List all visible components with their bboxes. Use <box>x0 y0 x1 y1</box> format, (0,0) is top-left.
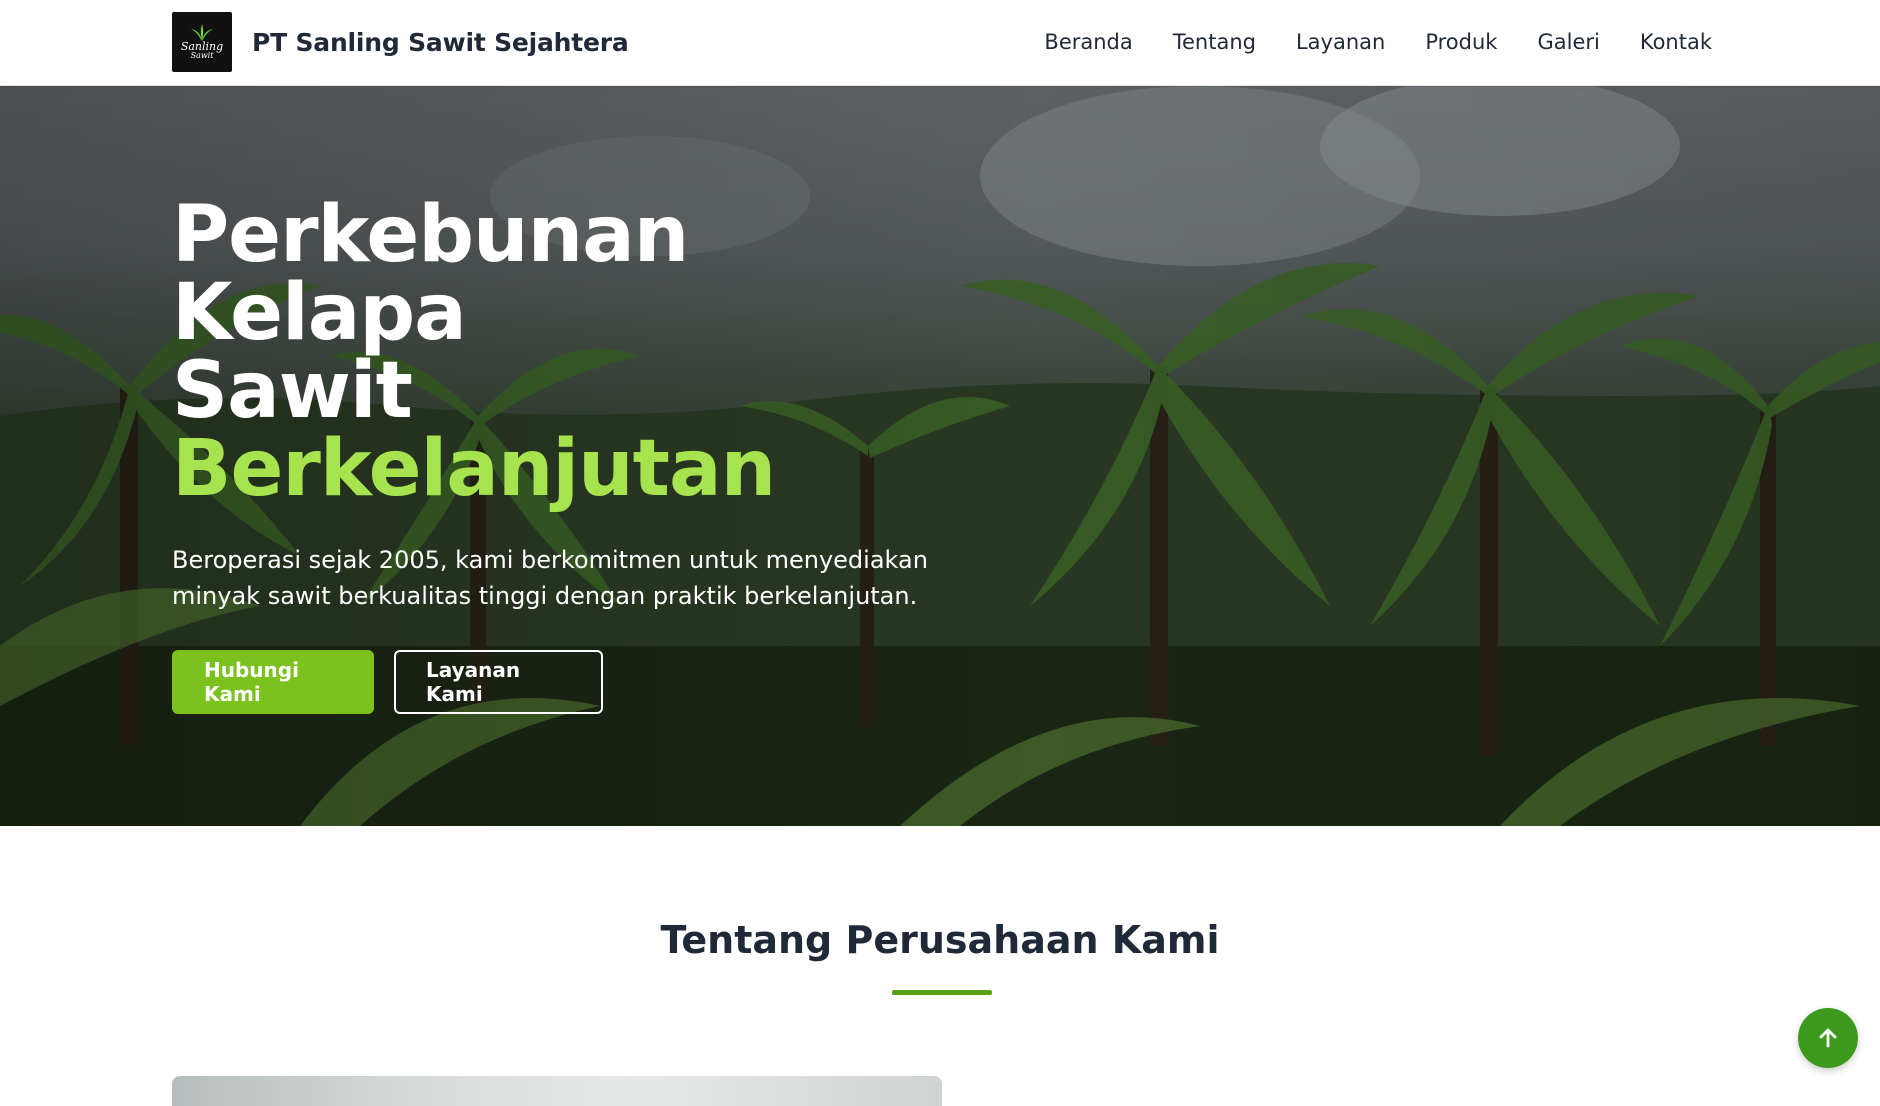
hero-description: Beroperasi sejak 2005, kami berkomitmen … <box>172 546 928 610</box>
nav-item-tentang[interactable]: Tentang <box>1173 26 1256 58</box>
hero-buttons: Hubungi Kami Layanan Kami <box>172 650 992 714</box>
hero-section: Perkebunan Kelapa Sawit Berkelanjutan Be… <box>0 86 1880 826</box>
hero-title-accent: Berkelanjutan <box>172 424 776 514</box>
section-title-underline <box>892 990 992 995</box>
nav-item-produk[interactable]: Produk <box>1425 26 1497 58</box>
scroll-to-top-button[interactable] <box>1798 1008 1858 1068</box>
nav-item-galeri[interactable]: Galeri <box>1537 26 1599 58</box>
nav-item-layanan[interactable]: Layanan <box>1296 26 1385 58</box>
about-image <box>172 1076 942 1106</box>
contact-us-button[interactable]: Hubungi Kami <box>172 650 374 714</box>
about-section-title: Tentang Perusahaan Kami <box>660 918 1220 962</box>
arrow-up-icon <box>1819 1028 1837 1048</box>
logo-text-line2: Sawit <box>190 51 214 60</box>
hero-title-line2: Sawit <box>172 346 413 436</box>
hero-title-line1: Perkebunan Kelapa <box>172 190 689 358</box>
company-logo[interactable]: Sanling Sawit <box>172 12 232 72</box>
brand-name[interactable]: PT Sanling Sawit Sejahtera <box>252 28 629 57</box>
nav-item-beranda[interactable]: Beranda <box>1044 26 1132 58</box>
brand[interactable]: Sanling Sawit PT Sanling Sawit Sejahtera <box>172 12 629 72</box>
hero-content: Perkebunan Kelapa Sawit Berkelanjutan Be… <box>172 196 992 714</box>
main-nav: Beranda Tentang Layanan Produk Galeri Ko… <box>1044 26 1712 58</box>
site-header: Sanling Sawit PT Sanling Sawit Sejahtera… <box>0 0 1880 86</box>
our-services-button[interactable]: Layanan Kami <box>394 650 603 714</box>
nav-item-kontak[interactable]: Kontak <box>1640 26 1712 58</box>
hero-title: Perkebunan Kelapa Sawit Berkelanjutan <box>172 196 992 508</box>
